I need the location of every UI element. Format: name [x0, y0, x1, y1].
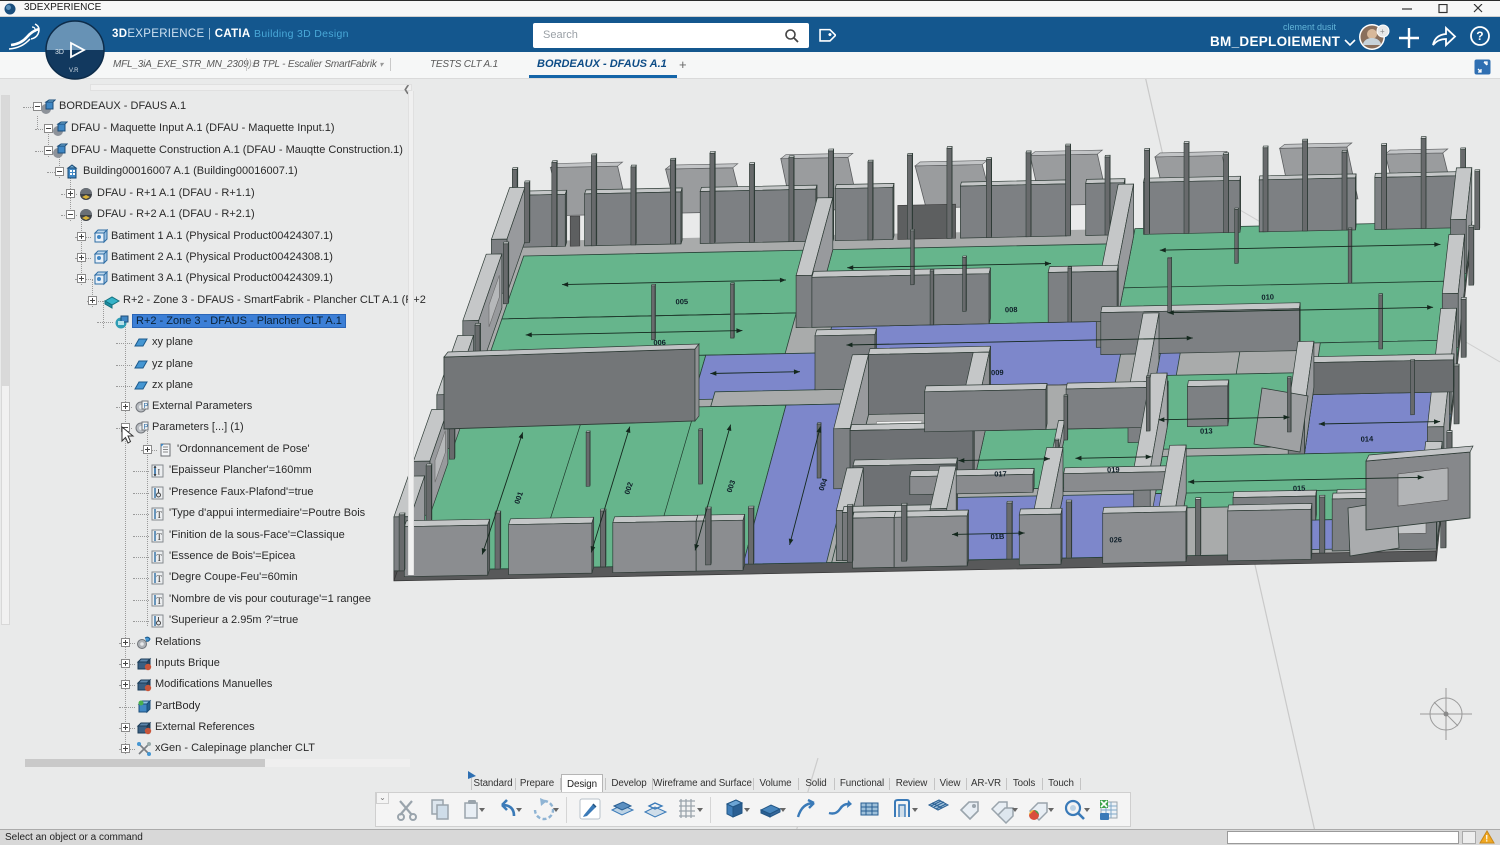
svg-text:V.R: V.R: [69, 68, 79, 74]
svg-text:015: 015: [1293, 484, 1306, 493]
svg-text:006: 006: [653, 338, 666, 347]
svg-text:014: 014: [1361, 434, 1375, 443]
svg-text:3D: 3D: [55, 49, 64, 56]
svg-text:026: 026: [1109, 535, 1122, 544]
svg-text:01B: 01B: [990, 532, 1005, 541]
svg-text:T: T: [157, 553, 163, 563]
svg-text:019: 019: [1107, 465, 1120, 474]
svg-text:013: 013: [1200, 426, 1213, 435]
svg-text:T: T: [157, 532, 163, 542]
svg-text:!: !: [1485, 834, 1488, 844]
svg-text:T: T: [157, 510, 163, 520]
svg-text:009: 009: [991, 368, 1004, 377]
svg-text:P: P: [144, 403, 149, 410]
svg-text:008: 008: [1005, 305, 1018, 314]
svg-text:T: T: [157, 574, 163, 584]
svg-text:+: +: [1380, 27, 1385, 36]
svg-text:005: 005: [675, 297, 688, 306]
svg-text:010: 010: [1261, 292, 1274, 301]
svg-text:?: ?: [1476, 29, 1483, 43]
svg-text:I: I: [158, 468, 161, 477]
svg-text:T: T: [157, 596, 163, 606]
svg-text:017: 017: [994, 469, 1007, 478]
svg-text:P: P: [144, 424, 149, 431]
